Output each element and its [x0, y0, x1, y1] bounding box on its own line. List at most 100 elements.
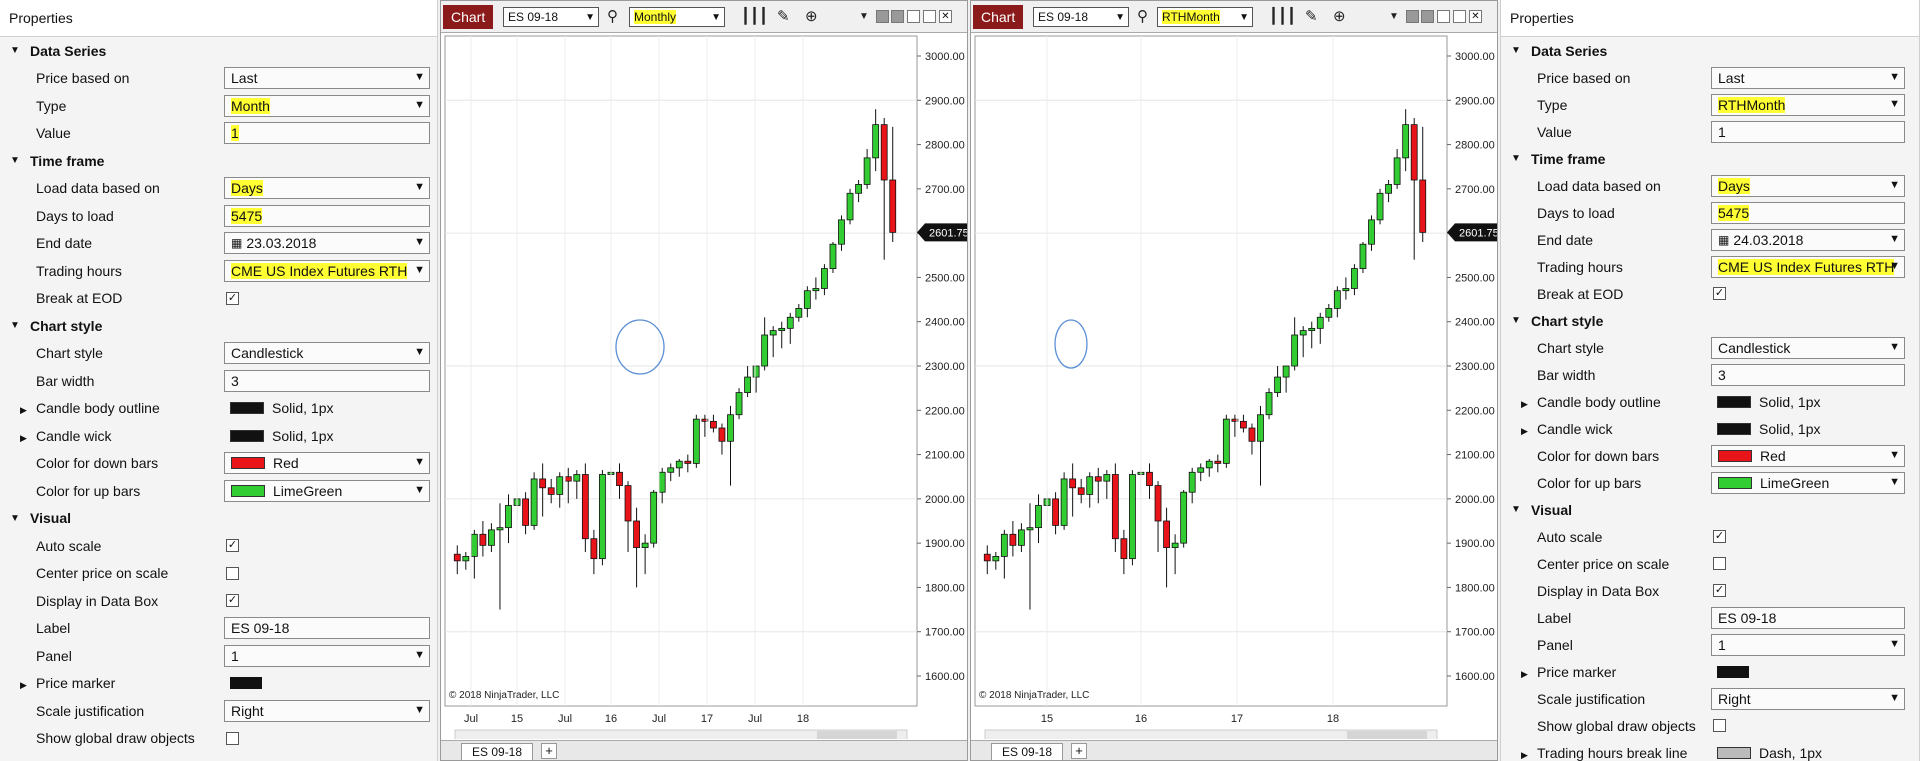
calendar-icon[interactable]: ▦	[1718, 233, 1729, 247]
category-data-series[interactable]: ▼ Data Series	[1501, 37, 1919, 64]
pencil-icon[interactable]: ✎	[777, 7, 790, 25]
break-at-eod-checkbox[interactable]: ✓	[1713, 287, 1726, 300]
collapse-icon[interactable]: ▼	[10, 155, 24, 166]
load-data-based-on-select[interactable]: Days ▼	[1711, 174, 1905, 197]
chart-style-select[interactable]: Candlestick ▼	[1711, 336, 1905, 359]
add-tab-button[interactable]: +	[1071, 743, 1087, 759]
category-visual[interactable]: ▼ Visual	[1501, 496, 1919, 523]
category-chart-style[interactable]: ▼ Chart style	[0, 312, 437, 340]
scale-justification-select[interactable]: Right ▼	[1711, 687, 1905, 710]
chevron-down-icon[interactable]: ▼	[414, 484, 425, 496]
collapse-icon[interactable]: ▼	[1511, 45, 1525, 56]
price-marker-swatch[interactable]	[1717, 665, 1749, 678]
chevron-down-icon[interactable]: ▼	[414, 704, 425, 716]
collapse-icon[interactable]: ▼	[10, 320, 24, 331]
chart-tab[interactable]: ES 09-18	[461, 743, 534, 761]
label-field[interactable]: ES 09-18	[1711, 606, 1905, 629]
candle-body-outline-stroke[interactable]: Solid, 1px	[1717, 394, 1820, 410]
chevron-down-icon[interactable]: ▼	[414, 99, 425, 111]
value-field[interactable]: 1	[1711, 120, 1905, 143]
window-tile-icon[interactable]	[1406, 10, 1419, 23]
pencil-icon[interactable]: ✎	[1305, 7, 1318, 25]
show-global-draw-objects-checkbox[interactable]	[1713, 719, 1726, 732]
chevron-down-icon[interactable]: ▼	[414, 236, 425, 248]
type-select[interactable]: Month ▼	[224, 94, 430, 117]
chevron-down-icon[interactable]: ▼	[1889, 71, 1900, 83]
chart-plot[interactable]: 3000.002900.002800.002700.002600.002500.…	[971, 34, 1497, 739]
minimize-icon[interactable]	[1437, 10, 1450, 23]
label-field[interactable]: ES 09-18	[224, 617, 430, 640]
collapse-icon[interactable]: ▼	[1511, 315, 1525, 326]
expand-icon[interactable]: ▶	[20, 680, 36, 691]
calendar-icon[interactable]: ▦	[231, 236, 242, 250]
price-based-on-select[interactable]: Last ▼	[1711, 66, 1905, 89]
end-date-field[interactable]: ▦ 23.03.2018 ▼	[224, 232, 430, 255]
category-visual[interactable]: ▼ Visual	[0, 505, 437, 533]
search-icon[interactable]: ⚲	[1137, 7, 1148, 25]
color-for-up-bars-select[interactable]: LimeGreen ▼	[224, 479, 430, 502]
expand-icon[interactable]: ▶	[1521, 399, 1537, 410]
chart-menu-button[interactable]: Chart	[443, 4, 494, 29]
trading-hours-select[interactable]: CME US Index Futures RTH ▼	[1711, 255, 1905, 278]
scale-justification-select[interactable]: Right ▼	[224, 699, 430, 722]
days-to-load-field[interactable]: 5475	[224, 204, 430, 227]
search-icon[interactable]: ⚲	[607, 7, 618, 25]
dropdown-icon[interactable]: ▼	[859, 11, 869, 22]
close-icon[interactable]: ✕	[1469, 10, 1482, 23]
maximize-icon[interactable]	[923, 10, 936, 23]
expand-icon[interactable]: ▶	[1521, 750, 1537, 761]
window-tile-icon[interactable]	[876, 10, 889, 23]
chevron-down-icon[interactable]: ▼	[1889, 260, 1900, 272]
zoom-icon[interactable]: ⊕	[805, 7, 818, 25]
chevron-down-icon[interactable]: ▼	[414, 71, 425, 83]
chevron-down-icon[interactable]: ▼	[1889, 233, 1900, 245]
center-price-on-scale-checkbox[interactable]	[1713, 557, 1726, 570]
bar-width-field[interactable]: 3	[224, 369, 430, 392]
candle-wick-stroke[interactable]: Solid, 1px	[230, 428, 333, 444]
expand-icon[interactable]: ▶	[1521, 426, 1537, 437]
days-to-load-field[interactable]: 5475	[1711, 201, 1905, 224]
trading-hours-break-line-stroke[interactable]: Dash, 1px	[1717, 745, 1822, 761]
chevron-down-icon[interactable]: ▼	[1889, 476, 1900, 488]
type-select[interactable]: RTHMonth ▼	[1711, 93, 1905, 116]
chevron-down-icon[interactable]: ▼	[414, 649, 425, 661]
candle-wick-stroke[interactable]: Solid, 1px	[1717, 421, 1820, 437]
close-icon[interactable]: ✕	[939, 10, 952, 23]
expand-icon[interactable]: ▶	[20, 433, 36, 444]
show-global-draw-objects-checkbox[interactable]	[226, 731, 239, 745]
chevron-down-icon[interactable]: ▼	[1889, 638, 1900, 650]
category-time-frame[interactable]: ▼ Time frame	[1501, 145, 1919, 172]
bars-icon[interactable]: ┃┃┃	[741, 7, 768, 25]
zoom-icon[interactable]: ⊕	[1333, 7, 1346, 25]
chevron-down-icon[interactable]: ▼	[414, 181, 425, 193]
category-chart-style[interactable]: ▼ Chart style	[1501, 307, 1919, 334]
load-data-based-on-select[interactable]: Days ▼	[224, 177, 430, 200]
chevron-down-icon[interactable]: ▼	[1889, 692, 1900, 704]
trading-hours-select[interactable]: CME US Index Futures RTH ▼	[224, 259, 430, 282]
price-marker-swatch[interactable]	[230, 677, 262, 690]
bar-width-field[interactable]: 3	[1711, 363, 1905, 386]
chart-plot[interactable]: 3000.002900.002800.002700.002600.002500.…	[441, 34, 967, 739]
category-time-frame[interactable]: ▼ Time frame	[0, 147, 437, 175]
break-at-eod-checkbox[interactable]: ✓	[226, 291, 239, 305]
collapse-icon[interactable]: ▼	[1511, 504, 1525, 515]
chart-tab[interactable]: ES 09-18	[991, 743, 1064, 761]
instrument-selector[interactable]: ES 09-18 ▼	[1033, 7, 1129, 27]
maximize-icon[interactable]	[1453, 10, 1466, 23]
display-in-data-box-checkbox[interactable]: ✓	[1713, 584, 1726, 597]
value-field[interactable]: 1	[224, 122, 430, 145]
bars-icon[interactable]: ┃┃┃	[1269, 7, 1296, 25]
instrument-selector[interactable]: ES 09-18 ▼	[503, 7, 599, 27]
candle-body-outline-stroke[interactable]: Solid, 1px	[230, 400, 333, 416]
collapse-icon[interactable]: ▼	[1511, 153, 1525, 164]
center-price-on-scale-checkbox[interactable]	[226, 566, 239, 580]
chevron-down-icon[interactable]: ▼	[1889, 449, 1900, 461]
panel-select[interactable]: 1 ▼	[1711, 633, 1905, 656]
period-selector[interactable]: RTHMonth ▼	[1157, 7, 1253, 27]
period-selector[interactable]: Monthly ▼	[629, 7, 725, 27]
chart-style-select[interactable]: Candlestick ▼	[224, 342, 430, 365]
window-tile2-icon[interactable]	[891, 10, 904, 23]
chevron-down-icon[interactable]: ▼	[1889, 98, 1900, 110]
scrollbar-thumb[interactable]	[817, 731, 897, 739]
expand-icon[interactable]: ▶	[1521, 669, 1537, 680]
